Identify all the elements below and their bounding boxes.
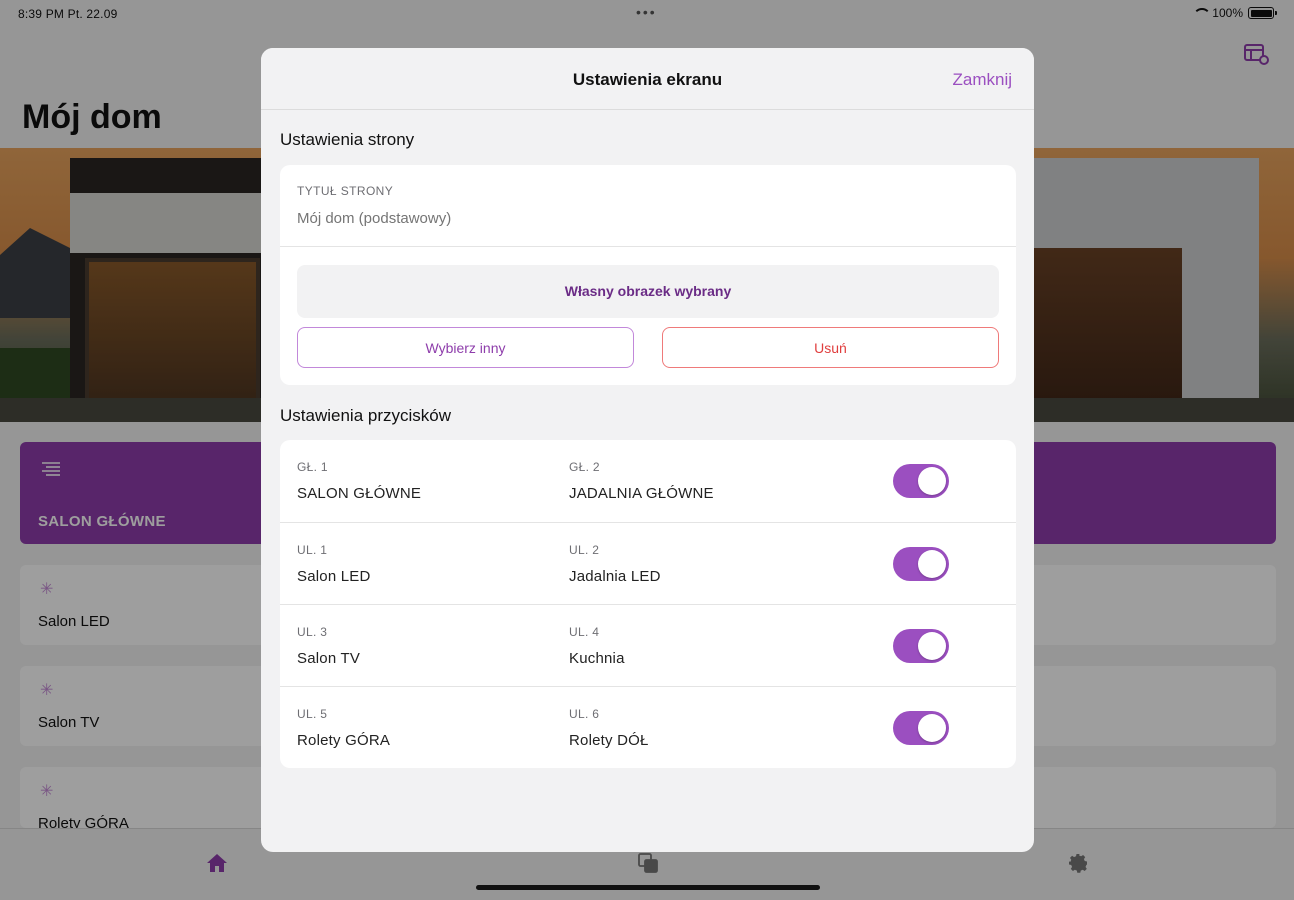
left-button-id: GŁ. 1 [297,460,328,474]
custom-image-status: Własny obrazek wybrany [297,265,999,318]
right-button-id: UL. 4 [569,625,600,639]
choose-other-image-button[interactable]: Wybierz inny [297,327,634,368]
button-row: UL. 1 Salon LED UL. 2 Jadalnia LED [280,523,1016,605]
divider [280,246,1016,247]
remove-image-button[interactable]: Usuń [662,327,999,368]
button-row: UL. 5 Rolety GÓRA UL. 6 Rolety DÓŁ [280,687,1016,768]
button-row-toggle[interactable] [893,547,949,581]
button-settings-card: GŁ. 1 SALON GŁÓWNE GŁ. 2 JADALNIA GŁÓWNE… [280,440,1016,768]
left-button-id: UL. 3 [297,625,328,639]
button-row: GŁ. 1 SALON GŁÓWNE GŁ. 2 JADALNIA GŁÓWNE [280,440,1016,522]
left-button-name: Rolety GÓRA [297,732,391,749]
right-button-name: Jadalnia LED [569,568,661,585]
button-row: UL. 3 Salon TV UL. 4 Kuchnia [280,605,1016,687]
screen-settings-modal: Ustawienia ekranu Zamknij Ustawienia str… [261,48,1034,852]
page-settings-title: Ustawienia strony [280,130,415,149]
right-button-name: Rolety DÓŁ [569,732,649,749]
left-button-id: UL. 5 [297,707,328,721]
left-button-name: Salon LED [297,568,371,585]
button-row-toggle[interactable] [893,711,949,745]
home-indicator[interactable] [476,885,820,890]
button-row-toggle[interactable] [893,629,949,663]
left-button-name: Salon TV [297,650,361,667]
left-button-name: SALON GŁÓWNE [297,485,422,502]
right-button-name: Kuchnia [569,650,625,667]
left-button-id: UL. 1 [297,543,328,557]
button-settings-title: Ustawienia przycisków [280,406,451,425]
page-title-field-label: TYTUŁ STRONY [297,184,394,198]
modal-title: Ustawienia ekranu [572,70,723,89]
modal-header: Ustawienia ekranu Zamknij [261,48,1034,110]
right-button-id: UL. 6 [569,707,600,721]
right-button-id: UL. 2 [569,543,600,557]
page-settings-card: TYTUŁ STRONY Własny obrazek wybrany Wybi… [280,165,1016,385]
right-button-name: JADALNIA GŁÓWNE [569,485,714,502]
right-button-id: GŁ. 2 [569,460,600,474]
page-title-input[interactable] [297,210,997,227]
close-button[interactable]: Zamknij [952,70,1012,90]
button-row-toggle[interactable] [893,464,949,498]
